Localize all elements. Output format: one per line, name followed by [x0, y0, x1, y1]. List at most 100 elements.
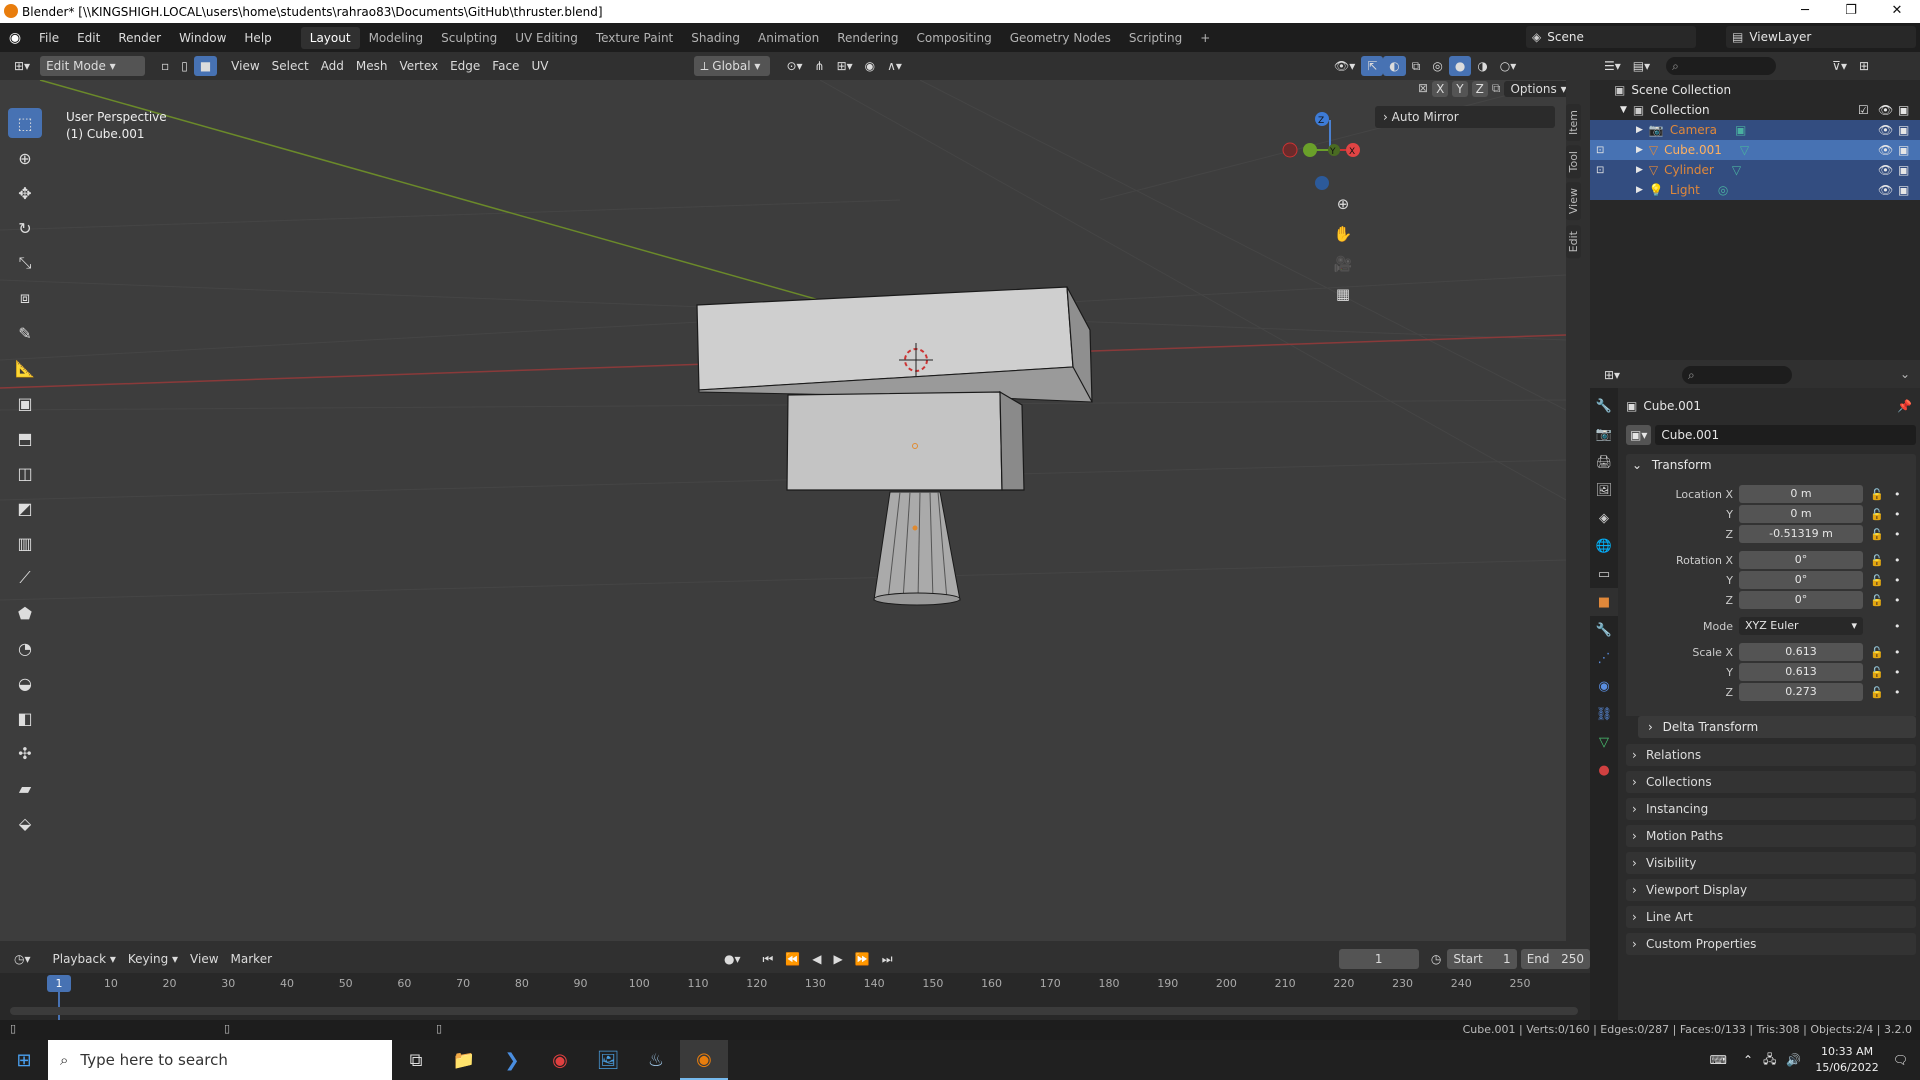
scene-selector[interactable]: ◈ Scene	[1526, 26, 1696, 48]
maximize-icon[interactable]: ❐	[1828, 0, 1874, 23]
lock-icon[interactable]: 🔓	[1870, 508, 1884, 521]
modifier-tab-icon[interactable]: 🔧	[1590, 616, 1618, 644]
keyframe-dot-icon[interactable]: •	[1894, 488, 1901, 501]
3d-viewport[interactable]: Z Y X User Perspective (1) Cube.001 ⊠ X …	[0, 80, 1566, 941]
keyframe-dot-icon[interactable]: •	[1894, 620, 1901, 633]
loop-cut-tool-icon[interactable]: ▥	[8, 528, 42, 558]
lock-icon[interactable]: 🔓	[1870, 574, 1884, 587]
eye-icon[interactable]: 👁	[1878, 163, 1893, 177]
outliner-search-input[interactable]: ⌕	[1666, 57, 1777, 75]
chevron-up-icon[interactable]: ⌃	[1743, 1053, 1753, 1067]
pan-hand-icon[interactable]: ✋	[1329, 225, 1357, 255]
mode-dropdown[interactable]: Edit Mode ▾	[40, 56, 146, 76]
lock-icon[interactable]: 🔓	[1870, 594, 1884, 607]
next-keyframe-icon[interactable]: ⏩	[849, 949, 876, 969]
panel-line-art[interactable]: › Line Art	[1626, 906, 1916, 928]
scale-z-field[interactable]: 0.273	[1739, 683, 1863, 701]
outliner-editor-icon[interactable]: ☰▾	[1598, 56, 1627, 76]
shear-tool-icon[interactable]: ▰	[8, 773, 42, 803]
filter-icon[interactable]: ⊽▾	[1826, 56, 1853, 76]
keyframe-dot-icon[interactable]: •	[1894, 686, 1901, 699]
extrude-tool-icon[interactable]: ⬒	[8, 423, 42, 453]
spin-tool-icon[interactable]: ◔	[8, 633, 42, 663]
lock-icon[interactable]: 🔓	[1870, 666, 1884, 679]
keyframe-dot-icon[interactable]: •	[1894, 574, 1901, 587]
menu-select[interactable]: Select	[266, 56, 315, 76]
scene-collection-row[interactable]: ▣ Scene Collection	[1590, 80, 1920, 100]
menu-file[interactable]: File	[30, 27, 68, 49]
particles-tab-icon[interactable]: ⋰	[1590, 644, 1618, 672]
object-tab-icon[interactable]: ■	[1590, 588, 1618, 616]
shrink-fatten-tool-icon[interactable]: ✣	[8, 738, 42, 768]
task-view-icon[interactable]: ⧉	[392, 1040, 440, 1080]
chevron-down-icon[interactable]: ⌄	[1900, 367, 1910, 381]
object-type-dropdown[interactable]: ▣▾	[1626, 425, 1652, 445]
eye-icon[interactable]: 👁	[1878, 103, 1893, 117]
camera-view-icon[interactable]: 🎥	[1329, 255, 1357, 285]
keyframe-dot-icon[interactable]: •	[1894, 666, 1901, 679]
tab-uv-editing[interactable]: UV Editing	[506, 27, 587, 49]
tab-compositing[interactable]: Compositing	[907, 27, 1000, 49]
axis-x-toggle[interactable]: X	[1432, 81, 1449, 97]
menu-playback[interactable]: Playback ▾	[47, 949, 122, 969]
eye-icon[interactable]: 👁	[1878, 143, 1893, 157]
keyframe-dot-icon[interactable]: •	[1894, 528, 1901, 541]
measure-tool-icon[interactable]: 📐	[8, 353, 42, 383]
jump-start-icon[interactable]: ⏮	[757, 949, 780, 969]
material-shading-icon[interactable]: ◑	[1471, 56, 1493, 76]
volume-icon[interactable]: 🔊	[1786, 1053, 1801, 1067]
steam-icon[interactable]: ♨	[632, 1040, 680, 1080]
clock[interactable]: 10:33 AM 15/06/2022	[1815, 1044, 1878, 1076]
panel-motion-paths[interactable]: › Motion Paths	[1626, 825, 1916, 847]
camera-render-icon[interactable]: ▣	[1898, 103, 1909, 117]
tool-tab-icon[interactable]: 🔧	[1590, 392, 1618, 420]
outliner-item-camera[interactable]: ▶ 📷 Camera ▣ 👁 ▣	[1590, 120, 1920, 140]
properties-search-input[interactable]: ⌕	[1682, 366, 1792, 384]
location-z-field[interactable]: -0.51319 m	[1739, 525, 1863, 543]
panel-viewport-display[interactable]: › Viewport Display	[1626, 879, 1916, 901]
camera-render-icon[interactable]: ▣	[1898, 163, 1909, 177]
menu-help[interactable]: Help	[235, 27, 280, 49]
view-layer-tab-icon[interactable]: 🖼	[1590, 476, 1618, 504]
timeline-area[interactable]: 1102030405060708090100110120130140150160…	[0, 973, 1590, 1023]
eye-icon[interactable]: 👁	[1878, 183, 1893, 197]
keyframe-dot-icon[interactable]: •	[1894, 508, 1901, 521]
wireframe-shading-icon[interactable]: ◎	[1426, 56, 1448, 76]
sidebar-tab-item[interactable]: Item	[1566, 104, 1581, 142]
viewlayer-selector[interactable]: ▤ ViewLayer	[1726, 26, 1916, 48]
transform-tool-icon[interactable]: ⧈	[8, 283, 42, 313]
blender-taskbar-icon[interactable]: ◉	[680, 1040, 728, 1080]
minimize-icon[interactable]: ─	[1782, 0, 1828, 23]
menu-edit[interactable]: Edit	[68, 27, 109, 49]
gizmo-toggle-icon[interactable]: ⇱	[1361, 56, 1384, 76]
lock-icon[interactable]: 🔓	[1870, 528, 1884, 541]
constraints-tab-icon[interactable]: ⛓	[1590, 700, 1618, 728]
zoom-icon[interactable]: ⊕	[1329, 195, 1357, 225]
render-tab-icon[interactable]: 📷	[1590, 420, 1618, 448]
edge-slide-tool-icon[interactable]: ◧	[8, 703, 42, 733]
menu-vertex[interactable]: Vertex	[394, 56, 445, 76]
pivot-icon[interactable]: ⊙▾	[780, 56, 808, 76]
add-cube-tool-icon[interactable]: ▣	[8, 388, 42, 418]
orientation-dropdown[interactable]: ⟂ Global ▾	[694, 56, 771, 76]
material-tab-icon[interactable]: ●	[1590, 756, 1618, 784]
tab-animation[interactable]: Animation	[749, 27, 828, 49]
menu-view[interactable]: View	[225, 56, 265, 76]
lock-icon[interactable]: 🔓	[1870, 686, 1884, 699]
new-collection-icon[interactable]: ⊞	[1853, 56, 1875, 76]
face-select-icon[interactable]: ■	[193, 56, 218, 76]
jump-end-icon[interactable]: ⏭	[876, 949, 899, 969]
sidebar-tab-edit[interactable]: Edit	[1566, 224, 1581, 258]
rendered-shading-icon[interactable]: ○▾	[1494, 56, 1523, 76]
snap-toggle-icon[interactable]: ⧉	[1492, 81, 1501, 97]
close-icon[interactable]: ✕	[1874, 0, 1920, 23]
world-tab-icon[interactable]: 🌐	[1590, 532, 1618, 560]
menu-keying[interactable]: Keying ▾	[122, 949, 184, 969]
panel-visibility[interactable]: › Visibility	[1626, 852, 1916, 874]
editor-type-icon[interactable]: ⊞▾	[8, 56, 36, 76]
xray-icon[interactable]: ⧉	[1406, 56, 1427, 76]
axis-y-toggle[interactable]: Y	[1452, 81, 1468, 97]
visibility-icon[interactable]: 👁▾	[1328, 56, 1361, 76]
panel-relations[interactable]: › Relations	[1626, 744, 1916, 766]
overlay-toggle-icon[interactable]: ◐	[1383, 56, 1406, 76]
